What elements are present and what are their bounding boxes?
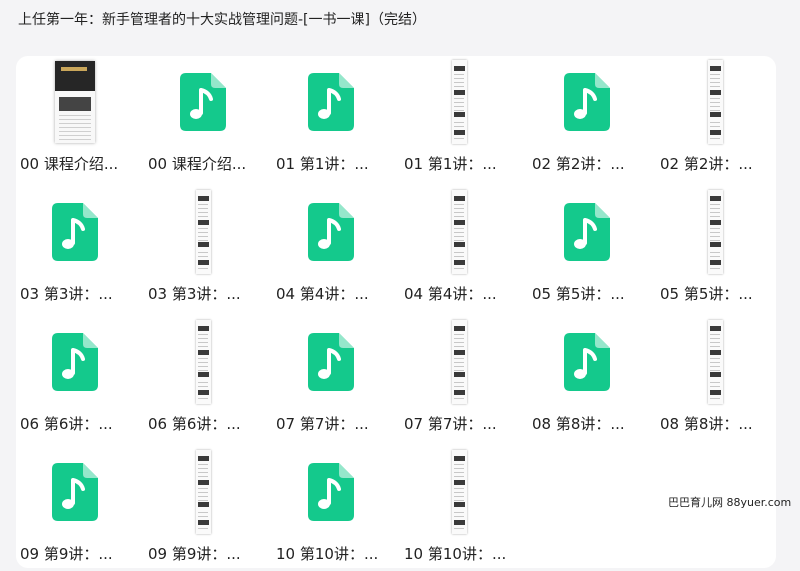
page-title: 上任第一年：新手管理者的十大实战管理问题-[一书一课]（完结）	[18, 12, 426, 28]
file-name: 09 第9讲：...	[148, 545, 241, 563]
file-thumbnail	[400, 60, 518, 144]
file-name: 03 第3讲：...	[20, 285, 113, 303]
file-thumbnail	[144, 450, 262, 534]
file-thumbnail	[16, 321, 134, 403]
audio-file-icon	[52, 203, 98, 261]
file-thumbnail	[528, 321, 646, 403]
file-thumbnail	[656, 60, 774, 144]
file-item[interactable]: 06 第6讲：...	[144, 316, 272, 446]
file-item[interactable]: 07 第7讲：...	[400, 316, 528, 446]
file-item[interactable]: 09 第9讲：...	[16, 446, 144, 568]
file-item[interactable]: 08 第8讲：...	[528, 316, 656, 446]
image-thumbnail	[451, 320, 467, 404]
file-name: 08 第8讲：...	[532, 415, 625, 433]
image-thumbnail	[195, 450, 211, 534]
watermark-text: 巴巴育儿网 88yuer.com	[668, 496, 792, 509]
file-thumbnail	[144, 61, 262, 143]
file-name: 03 第3讲：...	[148, 285, 241, 303]
file-name: 08 第8讲：...	[660, 415, 753, 433]
file-thumbnail	[400, 190, 518, 274]
file-item[interactable]: 05 第5讲：...	[528, 186, 656, 316]
file-item[interactable]: 04 第4讲：...	[400, 186, 528, 316]
file-name: 00 课程介绍...	[148, 155, 247, 173]
image-thumbnail	[451, 450, 467, 534]
file-name: 09 第9讲：...	[20, 545, 113, 563]
file-thumbnail	[272, 191, 390, 273]
file-grid-panel: 00 课程介绍... 00 课程介绍... 01 第1讲：... 01 第1讲：...…	[16, 56, 776, 568]
file-thumbnail	[144, 190, 262, 274]
image-thumbnail	[707, 60, 723, 144]
file-name: 07 第7讲：...	[276, 415, 369, 433]
audio-file-icon	[308, 73, 354, 131]
file-name: 01 第1讲：...	[276, 155, 369, 173]
file-thumbnail	[144, 320, 262, 404]
file-thumbnail	[528, 191, 646, 273]
audio-file-icon	[52, 463, 98, 521]
file-thumbnail	[272, 451, 390, 533]
file-name: 05 第5讲：...	[660, 285, 753, 303]
audio-file-icon	[52, 333, 98, 391]
file-item[interactable]: 05 第5讲：...	[656, 186, 776, 316]
audio-file-icon	[308, 333, 354, 391]
file-thumbnail	[16, 451, 134, 533]
audio-file-icon	[180, 73, 226, 131]
file-item[interactable]: 04 第4讲：...	[272, 186, 400, 316]
file-thumbnail	[400, 450, 518, 534]
image-thumbnail	[195, 320, 211, 404]
file-thumbnail	[272, 321, 390, 403]
file-thumbnail	[16, 191, 134, 273]
file-thumbnail	[400, 320, 518, 404]
file-name: 02 第2讲：...	[660, 155, 753, 173]
file-thumbnail	[656, 190, 774, 274]
file-item[interactable]: 02 第2讲：...	[656, 56, 776, 186]
file-item[interactable]: 02 第2讲：...	[528, 56, 656, 186]
file-name: 00 课程介绍...	[20, 155, 119, 173]
file-item[interactable]: 06 第6讲：...	[16, 316, 144, 446]
file-name: 04 第4讲：...	[404, 285, 497, 303]
file-item[interactable]: 09 第9讲：...	[144, 446, 272, 568]
audio-file-icon	[308, 203, 354, 261]
file-item[interactable]: 03 第3讲：...	[144, 186, 272, 316]
file-name: 05 第5讲：...	[532, 285, 625, 303]
audio-file-icon	[564, 203, 610, 261]
file-name: 02 第2讲：...	[532, 155, 625, 173]
audio-file-icon	[564, 333, 610, 391]
file-thumbnail	[16, 61, 134, 143]
audio-file-icon	[564, 73, 610, 131]
file-item[interactable]: 08 第8讲：...	[656, 316, 776, 446]
file-thumbnail	[272, 61, 390, 143]
image-thumbnail	[707, 190, 723, 274]
file-item[interactable]: 01 第1讲：...	[272, 56, 400, 186]
file-item[interactable]: 10 第10讲：...	[272, 446, 400, 568]
file-name: 06 第6讲：...	[20, 415, 113, 433]
file-item[interactable]: 07 第7讲：...	[272, 316, 400, 446]
file-name: 04 第4讲：...	[276, 285, 369, 303]
file-thumbnail	[656, 320, 774, 404]
image-thumbnail	[707, 320, 723, 404]
file-item[interactable]: 01 第1讲：...	[400, 56, 528, 186]
audio-file-icon	[308, 463, 354, 521]
image-thumbnail	[451, 60, 467, 144]
file-item[interactable]: 03 第3讲：...	[16, 186, 144, 316]
file-name: 01 第1讲：...	[404, 155, 497, 173]
image-thumbnail	[451, 190, 467, 274]
file-name: 10 第10讲：...	[404, 545, 507, 563]
file-item[interactable]: 00 课程介绍...	[144, 56, 272, 186]
file-name: 10 第10讲：...	[276, 545, 379, 563]
file-item[interactable]: 10 第10讲：...	[400, 446, 528, 568]
file-name: 06 第6讲：...	[148, 415, 241, 433]
file-name: 07 第7讲：...	[404, 415, 497, 433]
file-grid: 00 课程介绍... 00 课程介绍... 01 第1讲：... 01 第1讲：...…	[16, 56, 776, 568]
file-thumbnail	[528, 61, 646, 143]
file-item[interactable]: 00 课程介绍...	[16, 56, 144, 186]
image-thumbnail	[195, 190, 211, 274]
image-thumbnail	[55, 61, 95, 143]
